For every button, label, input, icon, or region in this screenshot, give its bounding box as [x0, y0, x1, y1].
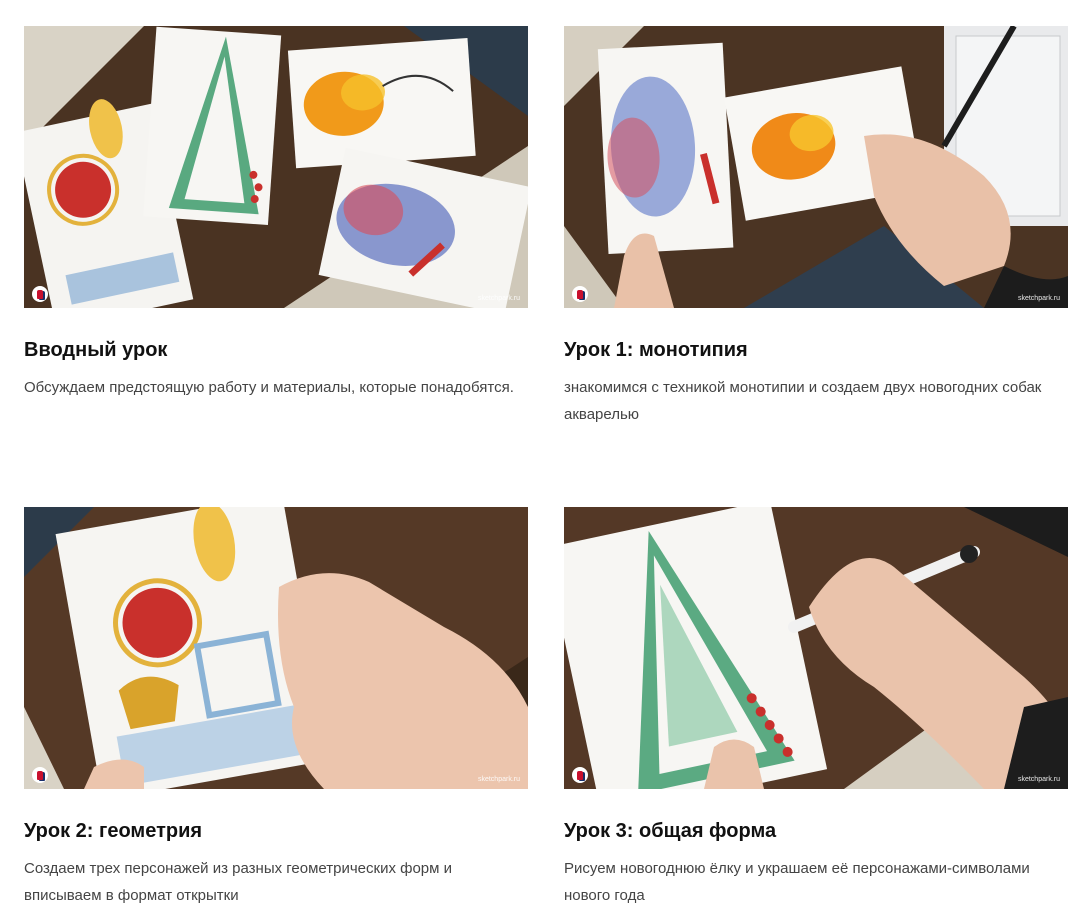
sketchpark-logo-icon: [32, 286, 48, 302]
lesson-thumbnail[interactable]: sketchpark.ru: [564, 507, 1068, 789]
lesson-description: Обсуждаем предстоящую работу и материалы…: [24, 379, 514, 396]
lesson-title[interactable]: Урок 3: общая форма: [564, 819, 1068, 843]
thumbnail-watermark: sketchpark.ru: [477, 776, 520, 783]
lesson-thumbnail[interactable]: sketchpark.ru: [24, 507, 528, 789]
sketchpark-logo-icon: [572, 286, 588, 302]
lesson-thumbnail[interactable]: sketchpark.ru: [564, 26, 1068, 308]
thumbnail-watermark: sketchpark.ru: [1017, 776, 1060, 783]
lesson-title[interactable]: Урок 2: геометрия: [24, 819, 528, 843]
lesson-card[interactable]: sketchpark.ru Урок 1: монотипия знакомим…: [564, 26, 1068, 428]
lesson-description: знакомимся с техникой монотипии и создае…: [564, 379, 1042, 423]
lesson-card[interactable]: sketchpark.ru Вводный урок Обсуждаем пре…: [24, 26, 528, 401]
lessons-grid: sketchpark.ru Вводный урок Обсуждаем пре…: [0, 0, 1092, 922]
thumbnail-watermark: sketchpark.ru: [477, 295, 520, 302]
lesson-thumbnail[interactable]: sketchpark.ru: [24, 26, 528, 308]
lesson-card[interactable]: sketchpark.ru Урок 2: геометрия Создаем …: [24, 507, 528, 909]
sketchpark-logo-icon: [32, 767, 48, 783]
lesson-title[interactable]: Урок 1: монотипия: [564, 338, 1068, 362]
lesson-title[interactable]: Вводный урок: [24, 338, 528, 362]
sketchpark-logo-icon: [572, 767, 588, 783]
lesson-description: Рисуем новогоднюю ёлку и украшаем её пер…: [564, 860, 1030, 904]
lesson-card[interactable]: sketchpark.ru Урок 3: общая форма Рисуем…: [564, 507, 1068, 909]
thumbnail-watermark: sketchpark.ru: [1017, 295, 1060, 302]
lesson-description: Создаем трех персонажей из разных геомет…: [24, 860, 453, 904]
